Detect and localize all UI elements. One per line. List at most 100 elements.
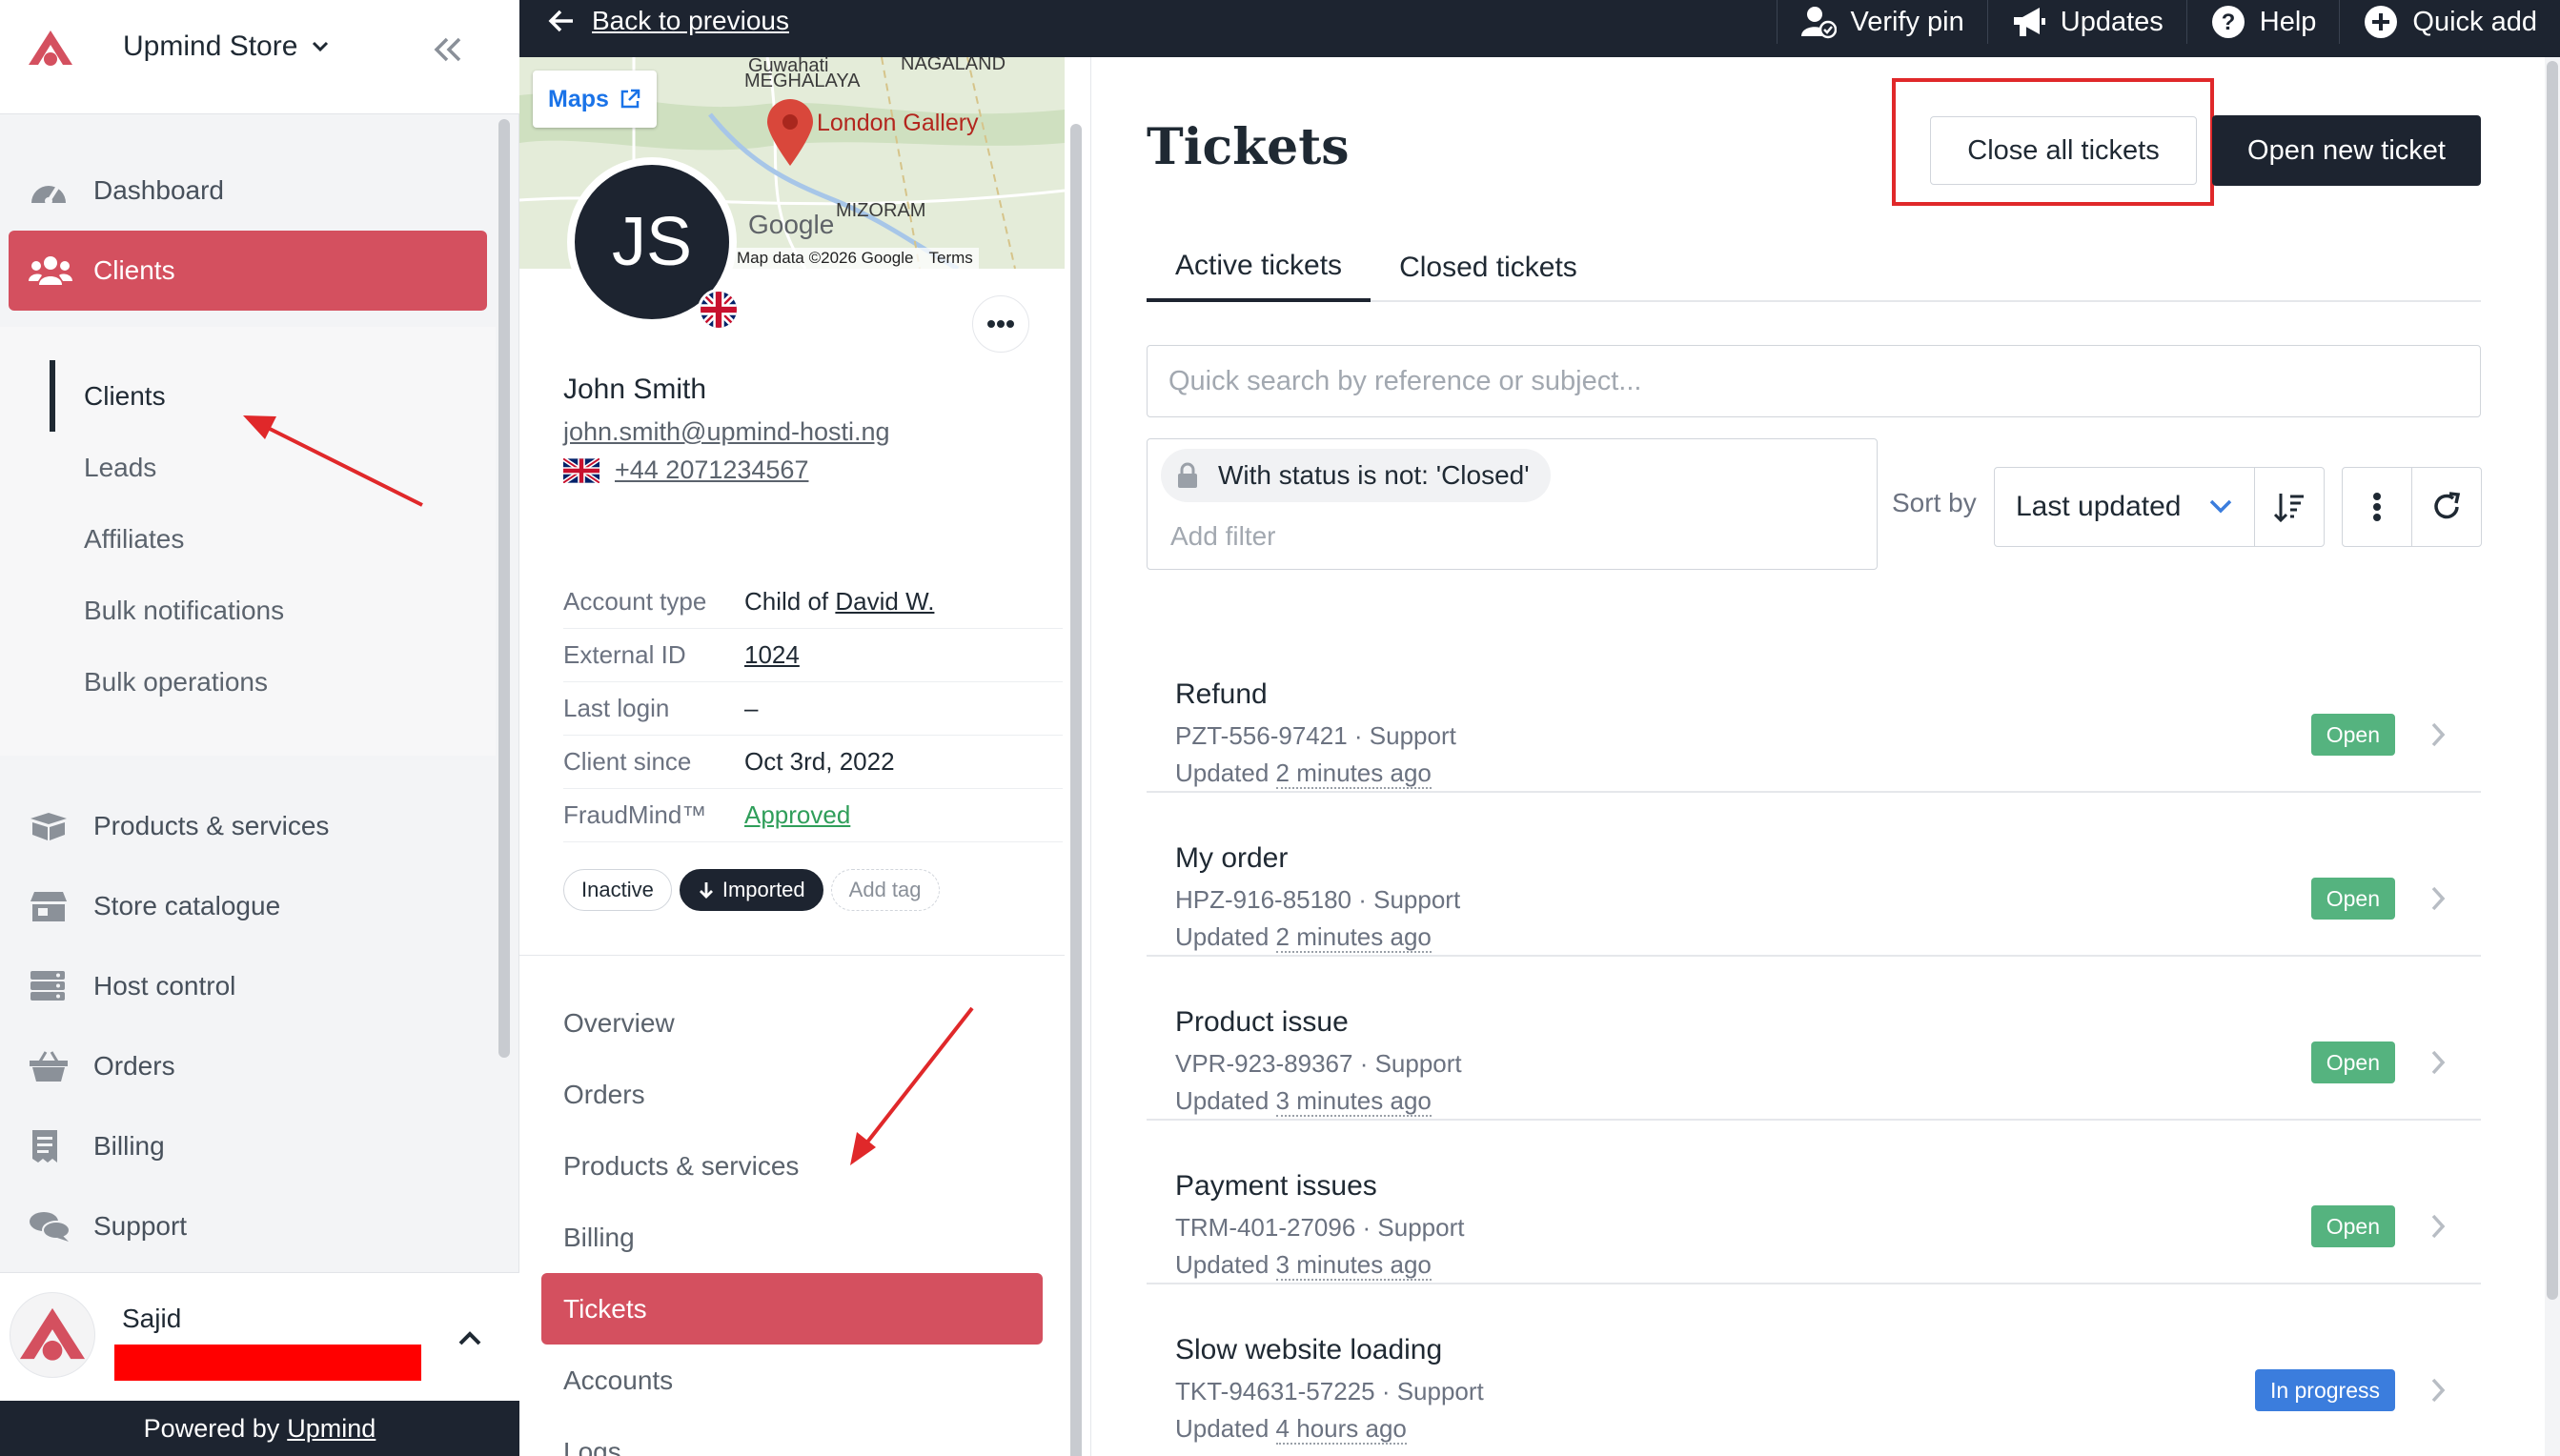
- sidebar-item-billing[interactable]: Billing: [0, 1106, 496, 1186]
- ticket-reference: HPZ-916-85180 · Support: [1175, 885, 1461, 914]
- subnav-item-bulk-operations[interactable]: Bulk operations: [0, 646, 496, 718]
- chevron-down-icon: [313, 41, 329, 52]
- sidebar-item-orders[interactable]: Orders: [0, 1026, 496, 1106]
- chevron-down-icon: [2209, 499, 2232, 514]
- map-region-label: MIZORAM: [836, 200, 926, 221]
- user-menu[interactable]: Sajid: [0, 1272, 519, 1401]
- client-nav-accounts[interactable]: Accounts: [541, 1345, 1043, 1416]
- back-to-previous-link[interactable]: Back to previous: [548, 0, 789, 42]
- subnav-item-affiliates[interactable]: Affiliates: [0, 503, 496, 575]
- ticket-updated-time: 2 minutes ago: [1275, 758, 1432, 789]
- status-badge: In progress: [2254, 1369, 2395, 1411]
- tab-active-tickets[interactable]: Active tickets: [1147, 233, 1371, 302]
- detail-value: Oct 3rd, 2022: [744, 747, 895, 776]
- open-in-maps-button[interactable]: Maps: [533, 71, 657, 128]
- powered-by: Powered by Upmind: [0, 1401, 519, 1456]
- client-nav-orders[interactable]: Orders: [541, 1059, 1043, 1130]
- uk-flag-icon: [698, 289, 740, 331]
- client-tags: Inactive Imported Add tag: [563, 869, 940, 911]
- detail-key: Account type: [563, 587, 707, 616]
- status-badge: Open: [2310, 1041, 2395, 1083]
- sort-select[interactable]: Last updated: [1994, 467, 2255, 547]
- add-filter-input[interactable]: Add filter: [1170, 521, 1276, 552]
- more-options-button[interactable]: [2342, 467, 2412, 547]
- arrow-down-icon: [699, 882, 713, 899]
- ticket-reference: TKT-94631-57225 · Support: [1175, 1377, 1484, 1405]
- status-filter-chip[interactable]: With status is not: 'Closed': [1161, 449, 1551, 502]
- tag-imported[interactable]: Imported: [679, 869, 823, 911]
- top-bar: Back to previous Verify pin Updates ? He…: [519, 0, 2560, 57]
- ticket-search-input[interactable]: [1147, 345, 2481, 417]
- detail-row-external-id: External ID 1024: [563, 629, 1063, 682]
- ticket-ref: VPR-923-89367: [1175, 1049, 1353, 1078]
- client-nav-tickets[interactable]: Tickets: [541, 1273, 1043, 1345]
- client-panel: Guwahati MEGHALAYA NAGALAND MIZORAM Lond…: [519, 57, 1091, 1456]
- sidebar-item-host-control[interactable]: Host control: [0, 946, 496, 1026]
- add-tag-button[interactable]: Add tag: [830, 869, 940, 911]
- sort-direction-button[interactable]: [2254, 467, 2325, 547]
- uk-flag-icon: [563, 457, 599, 483]
- app-root: Upmind Store Dashboard Clients Clients L…: [0, 0, 2560, 1456]
- help-button[interactable]: ? Help: [2185, 0, 2340, 44]
- receipt-icon: [29, 1127, 74, 1165]
- main-scrollbar[interactable]: [2545, 57, 2560, 1456]
- sidebar-item-products-services[interactable]: Products & services: [0, 786, 496, 866]
- plus-circle-icon: [2365, 6, 2398, 38]
- ticket-subject: Payment issues: [1175, 1170, 1377, 1202]
- updates-label: Updates: [2060, 6, 2164, 37]
- ticket-row[interactable]: Refund PZT-556-97421 · Support Updated 2…: [1147, 629, 2481, 793]
- verify-pin-button[interactable]: Verify pin: [1777, 0, 1986, 44]
- subnav-item-label: Leads: [84, 452, 157, 482]
- map-pin-icon: [767, 99, 813, 166]
- ticket-row[interactable]: Payment issues TRM-401-27096 · Support U…: [1147, 1121, 2481, 1284]
- fraudmind-status-link[interactable]: Approved: [744, 800, 850, 830]
- upmind-link[interactable]: Upmind: [287, 1414, 376, 1444]
- ticket-updated: Updated 2 minutes ago: [1175, 758, 1432, 789]
- tab-closed-tickets[interactable]: Closed tickets: [1371, 233, 1606, 302]
- refresh-button[interactable]: [2411, 467, 2482, 547]
- subnav-item-clients[interactable]: Clients: [0, 360, 496, 432]
- client-email-link[interactable]: john.smith@upmind-hosti.ng: [563, 417, 890, 447]
- open-new-ticket-button[interactable]: Open new ticket: [2212, 115, 2481, 186]
- parent-account-link[interactable]: David W.: [835, 587, 934, 616]
- subnav-item-bulk-notifications[interactable]: Bulk notifications: [0, 575, 496, 646]
- sidebar-item-support[interactable]: Support: [0, 1186, 496, 1266]
- arrow-left-icon: [548, 10, 573, 32]
- ticket-row[interactable]: Slow website loading TKT-94631-57225 · S…: [1147, 1284, 2481, 1448]
- tab-label: Active tickets: [1175, 250, 1343, 281]
- map-terms-link[interactable]: Terms: [929, 249, 973, 268]
- sidebar-item-clients[interactable]: Clients: [9, 231, 487, 311]
- detail-key: External ID: [563, 640, 686, 669]
- sidebar-item-store-catalogue[interactable]: Store catalogue: [0, 866, 496, 946]
- ticket-row[interactable]: Product issue VPR-923-89367 · Support Up…: [1147, 957, 2481, 1121]
- quick-add-button[interactable]: Quick add: [2339, 0, 2560, 44]
- sidebar-scrollbar[interactable]: [498, 119, 510, 1058]
- ticket-reference: PZT-556-97421 · Support: [1175, 721, 1456, 750]
- client-nav-logs[interactable]: Logs: [541, 1416, 1043, 1456]
- sort-by-label: Sort by: [1892, 488, 1977, 517]
- chevron-up-icon[interactable]: [453, 1321, 487, 1355]
- ticket-updated-time: 3 minutes ago: [1275, 1086, 1432, 1117]
- client-nav-overview[interactable]: Overview: [541, 987, 1043, 1059]
- client-nav-billing[interactable]: Billing: [541, 1202, 1043, 1273]
- subnav-item-leads[interactable]: Leads: [0, 432, 496, 503]
- client-phone-link[interactable]: +44 2071234567: [615, 455, 808, 485]
- ticket-row[interactable]: My order HPZ-916-85180 · Support Updated…: [1147, 793, 2481, 957]
- updates-button[interactable]: Updates: [1986, 0, 2186, 44]
- sidebar-item-dashboard[interactable]: Dashboard: [0, 151, 496, 231]
- detail-row-fraudmind: FraudMind™ Approved: [563, 789, 1063, 842]
- store-icon: [29, 887, 74, 925]
- filter-box[interactable]: With status is not: 'Closed' Add filter: [1147, 438, 1878, 570]
- client-panel-scrollbar[interactable]: [1070, 124, 1082, 1456]
- upmind-logo-icon[interactable]: [27, 29, 74, 69]
- verify-pin-label: Verify pin: [1850, 6, 1964, 37]
- external-id-link[interactable]: 1024: [744, 640, 800, 670]
- user-check-icon: [1801, 7, 1838, 39]
- client-nav-products-services[interactable]: Products & services: [541, 1130, 1043, 1202]
- ticket-updated-prefix: Updated: [1175, 758, 1270, 787]
- ticket-updated-prefix: Updated: [1175, 1414, 1270, 1443]
- collapse-sidebar-button[interactable]: [427, 32, 469, 67]
- store-switcher[interactable]: Upmind Store: [123, 30, 332, 63]
- client-more-button[interactable]: [972, 295, 1029, 353]
- tag-inactive[interactable]: Inactive: [563, 869, 672, 911]
